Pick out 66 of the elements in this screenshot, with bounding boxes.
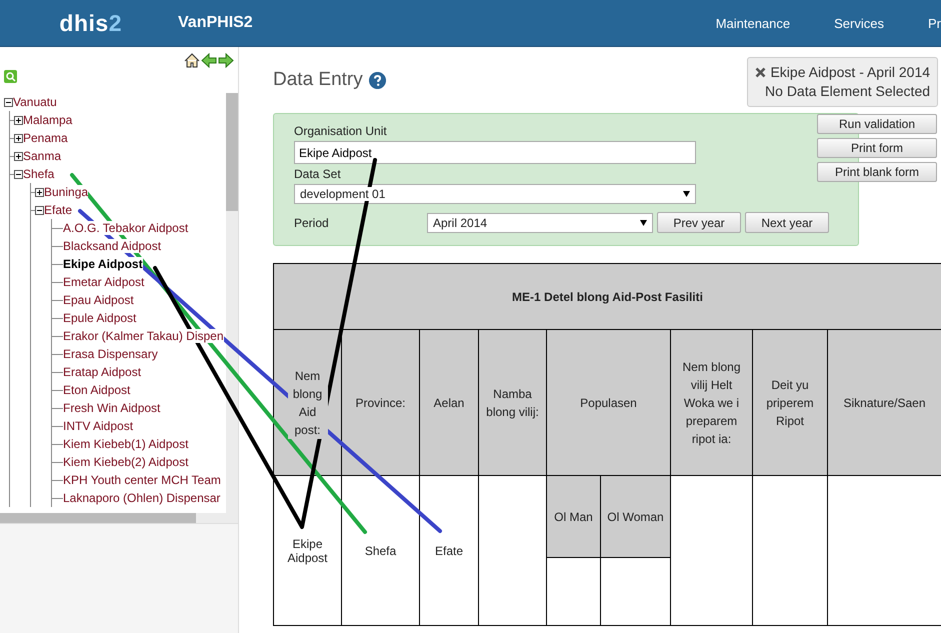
expand-icon[interactable] — [14, 134, 23, 142]
tree-item[interactable]: Shefa — [23, 167, 54, 181]
app-name: VanPHIS2 — [178, 14, 253, 32]
tree-item[interactable]: Erasa Dispensary — [63, 347, 158, 361]
nav-link[interactable]: Services — [834, 16, 884, 30]
input-field[interactable]: Ekipe Aidpost — [294, 141, 696, 164]
tree-item[interactable]: INTV Aidpost — [63, 419, 134, 433]
column-header: Ol Woman — [600, 476, 670, 558]
tree-item[interactable]: Penama — [23, 131, 68, 145]
collapse-icon[interactable] — [35, 206, 44, 214]
tree-item[interactable]: KPH Youth center MCH Team — [63, 473, 221, 487]
tree-item[interactable]: Eratap Aidpost — [63, 365, 142, 379]
dropdown[interactable]: development 01 — [294, 184, 696, 204]
tree-item[interactable]: Vanuatu — [13, 95, 57, 109]
action-button[interactable]: Print blank form — [817, 162, 938, 182]
field-label: Period — [294, 216, 330, 230]
tree-item[interactable]: Epau Aidpost — [63, 293, 134, 307]
close-icon[interactable] — [755, 67, 766, 78]
expand-icon[interactable] — [14, 152, 23, 160]
scrollbar[interactable] — [0, 513, 238, 523]
tree-item[interactable]: Eton Aidpost — [63, 383, 130, 397]
tree-item[interactable]: A.O.G. Tebakor Aidpost — [63, 221, 188, 235]
dropdown[interactable]: April 2014 — [427, 212, 653, 232]
caret-icon — [640, 220, 647, 226]
column-header: Ol Man — [546, 476, 600, 558]
tree-item[interactable]: Malampa — [23, 113, 72, 127]
cell-text: Shefa — [364, 544, 396, 558]
table-cell[interactable] — [546, 558, 600, 626]
tree-item[interactable]: Erakor (Kalmer Takau) Dispen — [63, 329, 224, 343]
nav-link[interactable]: Maintenance — [716, 16, 790, 30]
expand-icon[interactable] — [35, 188, 44, 196]
caret-icon — [683, 191, 690, 197]
tree-item[interactable]: Kiem Kiebeb(1) Aidpost — [63, 437, 188, 451]
field-label: Organisation Unit — [294, 124, 388, 138]
period-button[interactable]: Prev year — [657, 212, 741, 233]
back-arrow-icon[interactable] — [201, 53, 217, 68]
tree-item[interactable]: Emetar Aidpost — [63, 275, 144, 289]
cell-text: Efate — [434, 544, 464, 558]
logo[interactable]: dhis2 — [0, 10, 178, 36]
collapse-icon[interactable] — [14, 170, 23, 178]
tree-item[interactable]: Sanma — [23, 149, 62, 163]
period-button[interactable]: Next year — [745, 212, 829, 233]
action-button[interactable]: Print form — [817, 138, 938, 158]
tree-item[interactable]: Laknaporo (Ohlen) Dispensar — [63, 491, 220, 505]
scrollbar[interactable] — [226, 93, 238, 513]
status-text: No Data Element Selected — [764, 82, 930, 101]
status-title: Ekipe Aidpost - April 2014 — [770, 63, 930, 82]
tree-item[interactable]: Fresh Win Aidpost — [63, 401, 160, 415]
tree-item[interactable]: Blacksand Aidpost — [63, 239, 162, 253]
expand-icon[interactable] — [14, 116, 23, 124]
collapse-icon[interactable] — [4, 98, 13, 106]
home-icon[interactable] — [184, 53, 200, 68]
forward-arrow-icon[interactable] — [218, 53, 234, 68]
tree-item[interactable]: Buninga — [44, 185, 88, 199]
nav-link[interactable]: Pr — [928, 16, 941, 30]
table-title: ME-1 Detel blong Aid-Post Fasiliti — [274, 264, 941, 330]
cell-text: Ekipe Aidpost — [287, 536, 328, 564]
tree-item[interactable]: Efate — [44, 203, 72, 217]
tree-item[interactable]: Kiem Kiebeb(2) Aidpost — [63, 455, 188, 469]
page-title: Data Entry — [273, 69, 363, 91]
help-icon[interactable] — [368, 72, 386, 88]
action-button[interactable]: Run validation — [817, 114, 938, 134]
dropdown-value: development 01 — [300, 187, 386, 201]
tree-item[interactable]: Ekipe Aidpost — [63, 257, 143, 271]
tree-item[interactable]: Epule Aidpost — [63, 311, 136, 325]
field-label: Data Set — [294, 167, 342, 181]
